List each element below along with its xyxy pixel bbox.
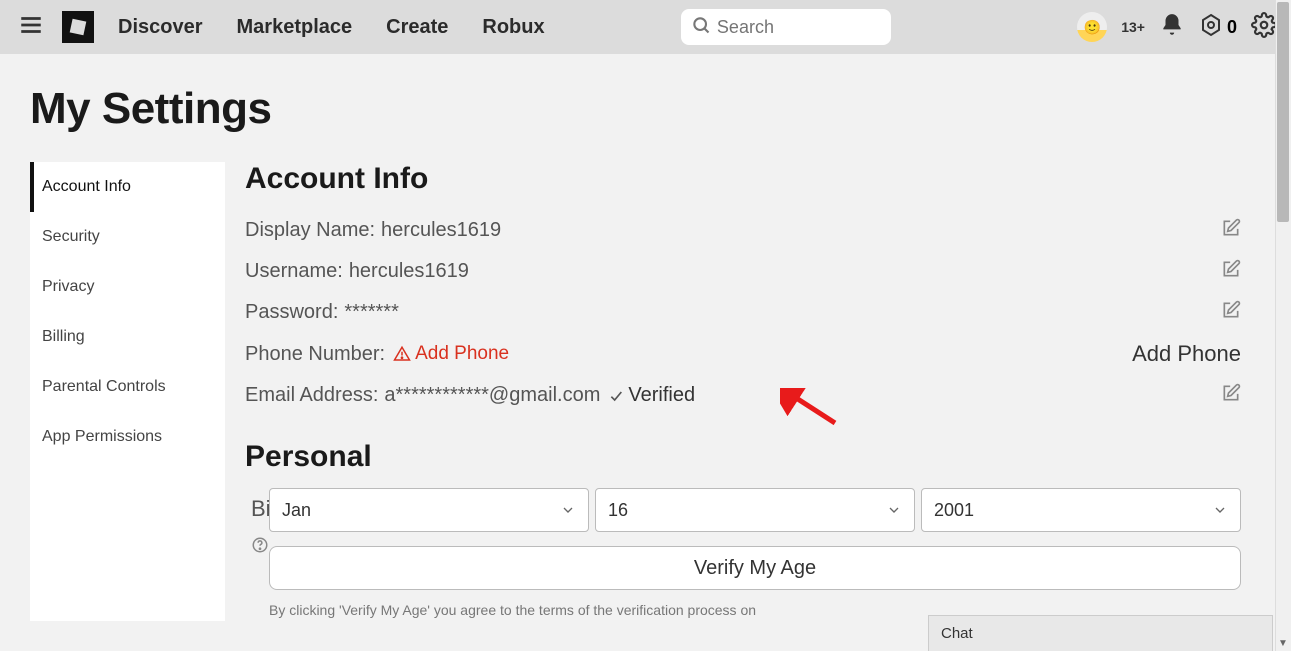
main-panel: Account Info Display Name: hercules1619 … — [245, 162, 1261, 621]
password-row: Password: ******* — [245, 292, 1241, 333]
chevron-down-icon — [560, 502, 576, 518]
chevron-down-icon — [1212, 502, 1228, 518]
search-icon — [691, 15, 711, 40]
robux-balance[interactable]: 0 — [1199, 13, 1237, 42]
chat-widget[interactable]: Chat — [928, 615, 1273, 651]
add-phone-link[interactable]: Add Phone — [415, 343, 509, 365]
settings-gear-icon[interactable] — [1251, 12, 1277, 43]
add-phone-action[interactable]: Add Phone — [1132, 341, 1241, 367]
nav-marketplace[interactable]: Marketplace — [237, 16, 353, 39]
settings-sidebar: Account Info Security Privacy Billing Pa… — [30, 162, 225, 621]
chevron-down-icon — [886, 502, 902, 518]
password-label: Password: — [245, 301, 338, 324]
username-value: hercules1619 — [349, 260, 469, 283]
edit-display-name-icon[interactable] — [1221, 218, 1241, 243]
password-value: ******* — [344, 301, 398, 324]
avatar[interactable]: 🙂 — [1077, 12, 1107, 42]
notifications-icon[interactable] — [1159, 12, 1185, 43]
sidebar-item-privacy[interactable]: Privacy — [30, 262, 225, 312]
warning-icon — [393, 345, 411, 363]
display-name-row: Display Name: hercules1619 — [245, 210, 1241, 251]
sidebar-item-app-permissions[interactable]: App Permissions — [30, 412, 225, 462]
check-icon — [608, 388, 624, 404]
nav-create[interactable]: Create — [386, 16, 448, 39]
email-value: a************@gmail.com — [384, 384, 600, 407]
sidebar-item-billing[interactable]: Billing — [30, 312, 225, 362]
verify-age-button[interactable]: Verify My Age — [269, 546, 1241, 590]
search-input[interactable] — [717, 17, 881, 38]
age-badge: 13+ — [1121, 19, 1145, 35]
email-label: Email Address: — [245, 384, 378, 407]
roblox-logo[interactable] — [62, 11, 94, 43]
verified-label: Verified — [628, 384, 695, 407]
birthday-year-select[interactable]: 2001 — [921, 488, 1241, 532]
nav-links: Discover Marketplace Create Robux — [118, 16, 545, 39]
scrollbar[interactable]: ▲ ▼ — [1275, 0, 1291, 651]
page-title: My Settings — [30, 84, 1261, 134]
personal-heading: Personal — [245, 440, 1241, 474]
scrollbar-thumb[interactable] — [1277, 2, 1289, 222]
robux-count: 0 — [1227, 17, 1237, 38]
nav-discover[interactable]: Discover — [118, 16, 203, 39]
email-row: Email Address: a************@gmail.com V… — [245, 375, 1241, 416]
account-info-heading: Account Info — [245, 162, 1241, 196]
search-box[interactable] — [681, 9, 891, 45]
username-row: Username: hercules1619 — [245, 251, 1241, 292]
birthday-month-select[interactable]: Jan — [269, 488, 589, 532]
phone-row: Phone Number: Add Phone Add Phone — [245, 333, 1241, 375]
display-name-label: Display Name: — [245, 219, 375, 242]
scroll-down-icon[interactable]: ▼ — [1275, 635, 1291, 651]
edit-username-icon[interactable] — [1221, 259, 1241, 284]
username-label: Username: — [245, 260, 343, 283]
edit-password-icon[interactable] — [1221, 300, 1241, 325]
sidebar-item-account-info[interactable]: Account Info — [30, 162, 225, 212]
edit-email-icon[interactable] — [1221, 383, 1241, 408]
birthday-day-select[interactable]: 16 — [595, 488, 915, 532]
help-icon[interactable] — [251, 536, 269, 559]
sidebar-item-security[interactable]: Security — [30, 212, 225, 262]
phone-label: Phone Number: — [245, 343, 385, 366]
sidebar-item-parental-controls[interactable]: Parental Controls — [30, 362, 225, 412]
menu-icon[interactable] — [14, 8, 48, 47]
chat-label: Chat — [941, 625, 973, 642]
nav-robux[interactable]: Robux — [482, 16, 544, 39]
robux-icon — [1199, 13, 1223, 42]
display-name-value: hercules1619 — [381, 219, 501, 242]
top-nav: Discover Marketplace Create Robux 🙂 13+ … — [0, 0, 1291, 54]
